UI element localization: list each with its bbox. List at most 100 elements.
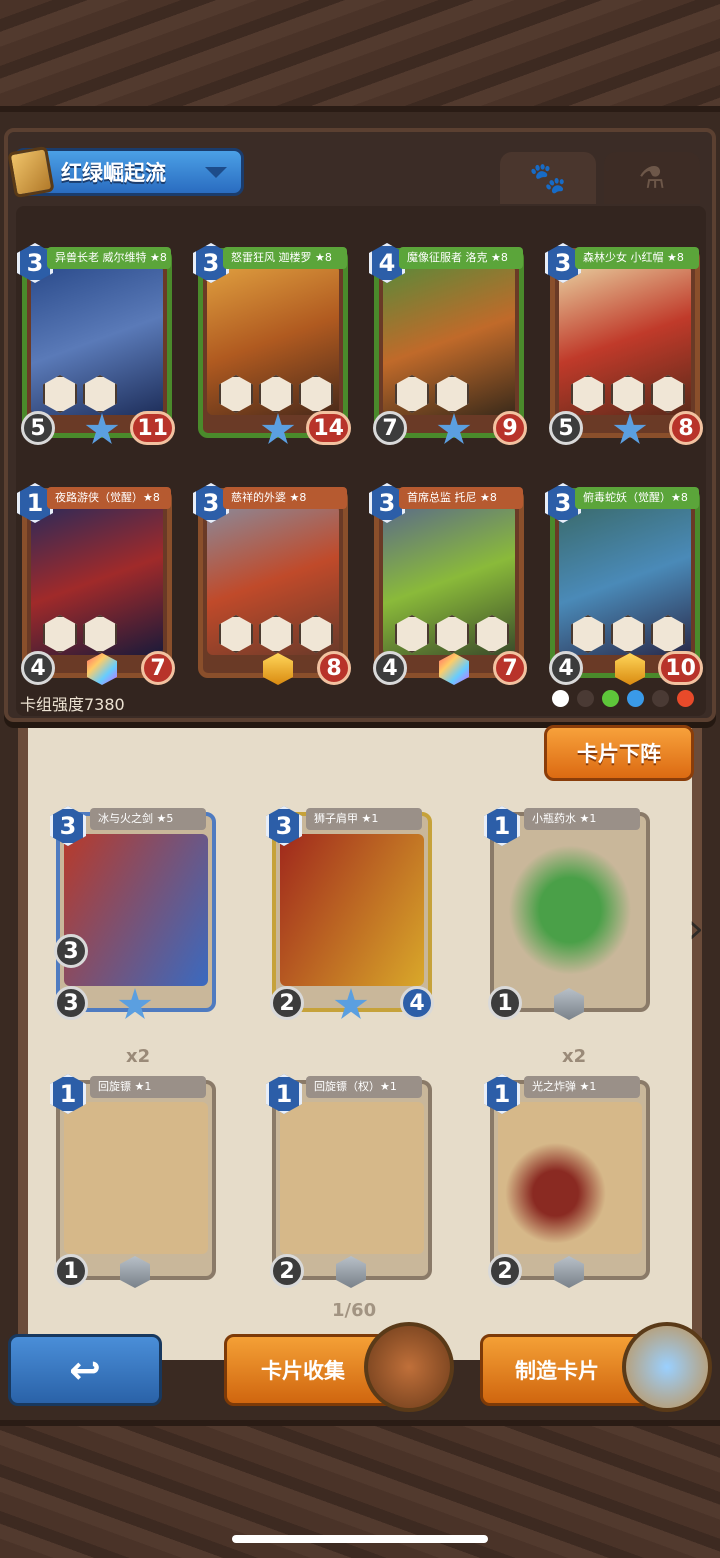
element-icon[interactable] [677, 690, 694, 707]
element-icon[interactable] [577, 690, 594, 707]
craft-card-label: 制造卡片 [515, 1359, 599, 1383]
card-name: 回旋镖（权）★1 [306, 1076, 422, 1098]
collection-card[interactable]: 3 冰与火之剑 ★5 3 3 [50, 806, 216, 1020]
potion-icon: ⚗ [638, 160, 666, 196]
element-icon[interactable] [652, 690, 669, 707]
card-art [498, 834, 642, 986]
skill-icon [651, 375, 685, 413]
skill-icon [611, 615, 645, 653]
skill-icon [43, 375, 77, 413]
deck-card[interactable]: 1 夜路游侠（觉醒）★8 4 7 [17, 483, 175, 685]
skill-row [43, 615, 117, 653]
card-health: 9 [493, 411, 527, 445]
home-indicator[interactable] [232, 1535, 488, 1543]
card-attack: 7 [373, 411, 407, 445]
card-name: 回旋镖 ★1 [90, 1076, 206, 1098]
card-health: 8 [669, 411, 703, 445]
deck-card[interactable]: 3 怒雷狂风 迦楼罗 ★8 14 [193, 243, 351, 445]
card-attack: 5 [21, 411, 55, 445]
skill-icon [259, 615, 293, 653]
card-name: 慈祥的外婆 ★8 [223, 487, 347, 509]
skill-icon [395, 375, 429, 413]
collection-card[interactable]: 1 回旋镖 ★1 1 [50, 1074, 216, 1288]
collection-card[interactable]: 1 小瓶药水 ★1 1 [484, 806, 650, 1020]
page-indicator: 1/60 [332, 1300, 377, 1321]
skill-row [219, 375, 333, 413]
card-art [64, 1102, 208, 1254]
skill-icon [611, 375, 645, 413]
deck-book-icon [7, 145, 55, 199]
card-health: 7 [141, 651, 175, 685]
back-arrow-icon: ↩ [69, 1348, 101, 1392]
deck-card[interactable]: 3 首席总监 托尼 ★8 4 7 [369, 483, 527, 685]
deck-card[interactable]: 3 俯毒蛇妖（觉醒）★8 4 10 [545, 483, 703, 685]
card-name: 小瓶药水 ★1 [524, 808, 640, 830]
collection-card[interactable]: 3 狮子肩甲 ★1 2 4 [266, 806, 434, 1020]
card-name: 光之炸弹 ★1 [524, 1076, 640, 1098]
card-name: 怒雷狂风 迦楼罗 ★8 [223, 247, 347, 269]
skill-icon [259, 375, 293, 413]
card-art [280, 1102, 424, 1254]
skill-icon [299, 375, 333, 413]
deck-card[interactable]: 3 森林少女 小红帽 ★8 5 8 [545, 243, 703, 445]
skill-row [43, 375, 117, 413]
card-attack: 2 [270, 1254, 304, 1288]
skill-icon [43, 615, 77, 653]
skill-icon [651, 615, 685, 653]
deck-name: 红绿崛起流 [61, 161, 166, 185]
skill-icon [571, 615, 605, 653]
tab-pets[interactable]: 🐾 [500, 152, 596, 204]
collection-card[interactable]: 1 光之炸弹 ★1 2 [484, 1074, 650, 1288]
back-button[interactable]: ↩ [8, 1334, 162, 1406]
element-icon[interactable] [602, 690, 619, 707]
remove-card-button[interactable]: 卡片下阵 [544, 725, 694, 781]
card-collection-icon[interactable] [364, 1322, 454, 1412]
arrow-right-icon[interactable]: › [688, 906, 704, 952]
card-defense: 4 [400, 986, 434, 1020]
card-attack: 4 [549, 651, 583, 685]
card-name: 俯毒蛇妖（觉醒）★8 [575, 487, 699, 509]
card-attack: 1 [54, 1254, 88, 1288]
deck-card[interactable]: 3 异兽长老 威尔维特 ★8 5 11 [17, 243, 175, 445]
skill-icon [435, 615, 469, 653]
card-name: 夜路游侠（觉醒）★8 [47, 487, 171, 509]
skill-icon [219, 615, 253, 653]
skill-icon [83, 615, 117, 653]
skill-row [395, 615, 509, 653]
tab-potions[interactable]: ⚗ [604, 152, 700, 204]
skill-icon [299, 615, 333, 653]
paw-icon: 🐾 [529, 160, 567, 196]
deck-card[interactable]: 3 慈祥的外婆 ★8 8 [193, 483, 351, 685]
skill-row [571, 375, 685, 413]
element-icon[interactable] [627, 690, 644, 707]
card-name: 首席总监 托尼 ★8 [399, 487, 523, 509]
card-name: 异兽长老 威尔维特 ★8 [47, 247, 171, 269]
craft-potion-icon[interactable] [622, 1322, 712, 1412]
card-attack: 2 [270, 986, 304, 1020]
card-count: x2 [126, 1046, 151, 1067]
deck-strength: 卡组强度7380 [20, 695, 125, 714]
card-health: 8 [317, 651, 351, 685]
skill-icon [219, 375, 253, 413]
skill-row [395, 375, 469, 413]
skill-icon [83, 375, 117, 413]
element-icon[interactable] [552, 690, 569, 707]
card-attack: 5 [549, 411, 583, 445]
card-health: 7 [493, 651, 527, 685]
skill-icon [475, 615, 509, 653]
card-health: 11 [130, 411, 175, 445]
element-filter-row [552, 690, 694, 707]
card-attack: 4 [373, 651, 407, 685]
card-defense: 3 [54, 934, 88, 968]
skill-icon [571, 375, 605, 413]
skill-row [571, 615, 685, 653]
deck-card[interactable]: 4 魔像征服者 洛克 ★8 7 9 [369, 243, 527, 445]
skill-row [219, 615, 333, 653]
deck-selector-dropdown[interactable]: 红绿崛起流 [7, 145, 244, 199]
skill-icon [435, 375, 469, 413]
collection-card[interactable]: 1 回旋镖（权）★1 2 [266, 1074, 432, 1288]
chevron-down-icon [205, 166, 227, 178]
card-name: 森林少女 小红帽 ★8 [575, 247, 699, 269]
card-art [64, 834, 208, 986]
card-name: 冰与火之剑 ★5 [90, 808, 206, 830]
